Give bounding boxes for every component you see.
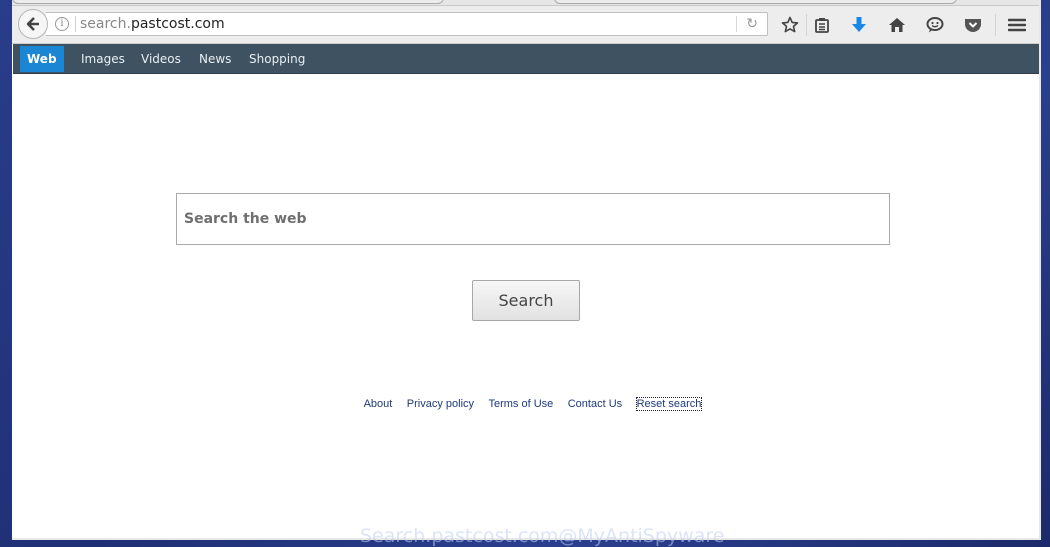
url-prefix: search. [80,16,131,32]
watermark: Search.pastcost.com@MyAntiSpyware [360,525,725,547]
search-input[interactable] [177,194,889,244]
reload-divider [736,16,737,32]
footer-links: About Privacy policy Terms of Use Contac… [12,394,1039,412]
footer-link-about[interactable]: About [364,398,393,410]
tab[interactable] [12,0,444,4]
nav-item-news[interactable]: News [192,46,238,72]
url-divider [75,16,76,32]
browser-toolbar: i search.pastcost.com ↻ [12,6,1039,44]
search-box [176,193,890,245]
nav-item-images[interactable]: Images [74,46,132,72]
browser-window: i search.pastcost.com ↻ Web Images Video… [12,0,1041,540]
info-icon[interactable]: i [55,17,69,31]
home-icon[interactable] [886,14,908,36]
tab[interactable] [554,0,957,4]
back-arrow-icon [26,17,39,31]
url-text[interactable]: search.pastcost.com [80,16,225,32]
footer-link-privacy-policy[interactable]: Privacy policy [407,398,474,410]
nav-item-shopping[interactable]: Shopping [242,46,312,72]
star-icon[interactable] [779,14,801,36]
footer-link-reset-search[interactable]: Reset search [635,397,703,411]
footer-link-terms-of-use[interactable]: Terms of Use [488,398,553,410]
nav-item-web[interactable]: Web [20,46,64,72]
pocket-icon[interactable] [962,14,984,36]
reload-icon[interactable]: ↻ [746,15,758,32]
toolbar-divider [806,14,807,36]
hamburger-menu-icon[interactable] [1006,14,1028,36]
nav-item-videos[interactable]: Videos [134,46,188,72]
download-arrow-icon[interactable] [848,14,870,36]
clipboard-icon[interactable] [811,14,833,36]
footer-link-contact-us[interactable]: Contact Us [568,398,622,410]
toolbar-divider [995,14,996,36]
url-bar[interactable]: i search.pastcost.com ↻ [46,12,768,36]
back-button[interactable] [18,9,48,39]
smiley-chat-icon[interactable] [924,14,946,36]
url-domain: pastcost.com [130,16,225,32]
search-button[interactable]: Search [472,280,580,321]
search-category-nav: Web Images Videos News Shopping [13,44,1039,74]
